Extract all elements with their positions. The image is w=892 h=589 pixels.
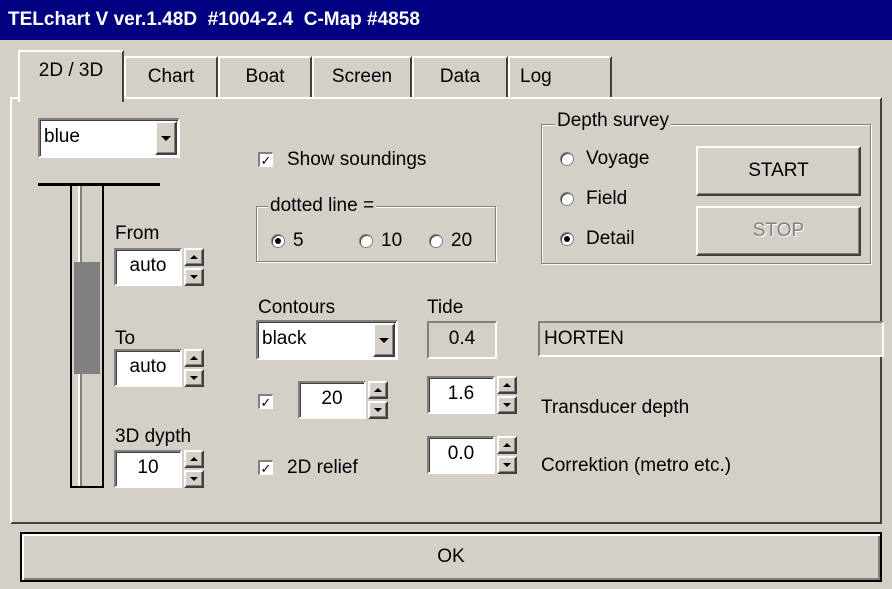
depth-slider-thumb[interactable] <box>74 262 100 374</box>
color-scheme-select[interactable]: blue <box>38 118 180 158</box>
arrow-up-icon <box>374 388 382 392</box>
start-button[interactable]: START <box>696 146 861 196</box>
tide-station: HORTEN <box>538 321 884 357</box>
tide-label: Tide <box>427 297 464 318</box>
arrow-up-icon <box>503 383 511 387</box>
depth-slider-track[interactable] <box>70 186 104 488</box>
correction-spin-down[interactable] <box>497 456 517 474</box>
arrow-down-icon <box>503 463 511 467</box>
correction-field[interactable]: 0.0 <box>427 436 495 474</box>
dotted-10-label: 10 <box>381 230 403 251</box>
arrow-down-icon <box>190 275 198 279</box>
arrow-up-icon <box>503 443 511 447</box>
check-icon: ✓ <box>260 394 272 410</box>
to-label: To <box>115 328 136 349</box>
field-label: Field <box>586 188 628 209</box>
voyage-label: Voyage <box>586 148 650 169</box>
voyage-radio[interactable] <box>560 152 574 166</box>
arrow-down-icon <box>374 408 382 412</box>
dropdown-button[interactable] <box>373 323 395 357</box>
panel-content: blue From auto To auto 3D dypth 10 ✓ Sho… <box>0 0 892 589</box>
transducer-spin-down[interactable] <box>497 396 517 414</box>
field-radio[interactable] <box>560 192 574 206</box>
chevron-down-icon <box>379 337 389 343</box>
transducer-depth-field[interactable]: 1.6 <box>427 376 495 414</box>
2d-relief-label: 2D relief <box>287 457 358 478</box>
from-field[interactable]: auto <box>114 248 182 286</box>
detail-label: Detail <box>586 228 635 249</box>
correction-spin-up[interactable] <box>497 436 517 454</box>
arrow-up-icon <box>190 457 198 461</box>
dotted-5-radio[interactable] <box>271 234 285 248</box>
2d-relief-checkbox[interactable]: ✓ <box>258 460 273 475</box>
3d-dypth-spin-up[interactable] <box>184 450 204 468</box>
arrow-up-icon <box>190 255 198 259</box>
contour-interval-spin-down[interactable] <box>368 401 388 419</box>
transducer-depth-label: Transducer depth <box>541 397 690 418</box>
to-spin-up[interactable] <box>184 349 204 367</box>
chevron-down-icon <box>161 135 171 141</box>
correction-label: Correktion (metro etc.) <box>541 455 732 476</box>
contours-checkbox[interactable]: ✓ <box>258 394 273 409</box>
radio-dot <box>275 238 281 244</box>
dotted-10-radio[interactable] <box>359 234 373 248</box>
contour-interval-field[interactable]: 20 <box>298 381 366 419</box>
to-spin-down[interactable] <box>184 369 204 387</box>
transducer-spin-up[interactable] <box>497 376 517 394</box>
show-soundings-checkbox[interactable]: ✓ <box>258 152 273 167</box>
arrow-up-icon <box>190 356 198 360</box>
from-spin-up[interactable] <box>184 248 204 266</box>
tide-value: 0.4 <box>427 321 497 359</box>
check-icon: ✓ <box>260 460 272 476</box>
dotted-20-label: 20 <box>451 230 473 251</box>
dotted-20-radio[interactable] <box>429 234 443 248</box>
show-soundings-label: Show soundings <box>287 149 427 170</box>
contours-label: Contours <box>258 297 336 318</box>
contours-color-select[interactable]: black <box>256 320 398 360</box>
3d-dypth-field[interactable]: 10 <box>114 450 182 488</box>
stop-button[interactable]: STOP <box>696 206 861 256</box>
to-field[interactable]: auto <box>114 349 182 387</box>
contour-interval-spin-up[interactable] <box>368 381 388 399</box>
radio-dot <box>564 236 570 242</box>
from-spin-down[interactable] <box>184 268 204 286</box>
depth-survey-legend: Depth survey <box>555 110 671 131</box>
ok-button[interactable]: OK <box>20 532 882 582</box>
detail-radio[interactable] <box>560 232 574 246</box>
from-label: From <box>115 223 160 244</box>
arrow-down-icon <box>503 403 511 407</box>
3d-dypth-label: 3D dypth <box>115 426 192 447</box>
dropdown-button[interactable] <box>155 121 177 155</box>
arrow-down-icon <box>190 477 198 481</box>
check-icon: ✓ <box>260 152 272 168</box>
arrow-down-icon <box>190 376 198 380</box>
3d-dypth-spin-down[interactable] <box>184 470 204 488</box>
dotted-line-legend: dotted line = <box>268 195 377 216</box>
dotted-5-label: 5 <box>293 230 304 251</box>
